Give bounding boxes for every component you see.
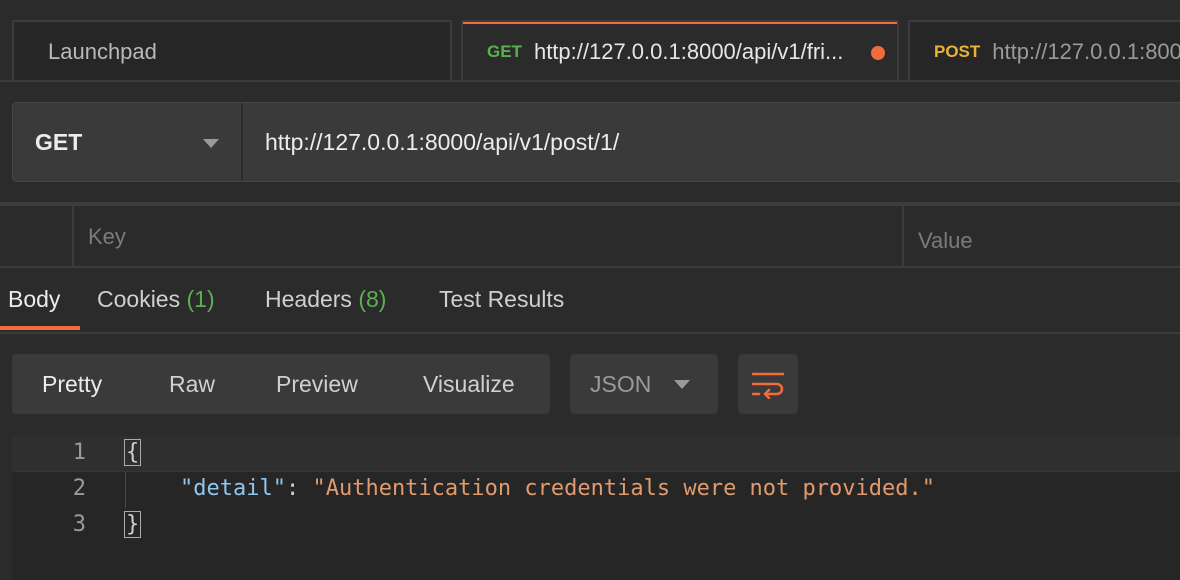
params-value-input[interactable]: Value bbox=[904, 206, 1180, 266]
format-select[interactable]: JSON bbox=[570, 354, 718, 414]
view-raw-label: Raw bbox=[169, 370, 216, 397]
tab-test-results-label: Test Results bbox=[439, 286, 565, 312]
request-tab-bar: Launchpad GET http://127.0.0.1:8000/api/… bbox=[0, 0, 1180, 82]
view-visualize-button[interactable]: Visualize bbox=[423, 354, 515, 414]
view-visualize-label: Visualize bbox=[423, 370, 515, 397]
tab-test-results[interactable]: Test Results bbox=[439, 286, 564, 313]
code-line: 1 { bbox=[12, 436, 1180, 472]
active-tab-underline bbox=[0, 326, 80, 330]
tab-cookies[interactable]: Cookies (1) bbox=[97, 286, 215, 313]
format-select-label: JSON bbox=[590, 370, 652, 397]
line-number: 2 bbox=[72, 476, 86, 501]
view-mode-segmented-control: Pretty Raw Preview Visualize bbox=[12, 354, 550, 414]
params-value-placeholder: Value bbox=[918, 228, 973, 253]
tab-headers[interactable]: Headers (8) bbox=[265, 286, 386, 313]
tab-bar-divider bbox=[0, 80, 1180, 82]
tab-post-request[interactable]: POST http://127.0.0.1:8000/api/v1/post/ bbox=[908, 20, 1180, 82]
tab-url-label: http://127.0.0.1:8000/api/v1/fri... bbox=[533, 39, 844, 64]
chevron-down-icon bbox=[203, 139, 219, 148]
line-number: 1 bbox=[72, 440, 86, 465]
chevron-down-icon bbox=[674, 380, 690, 389]
tab-cookies-label: Cookies bbox=[97, 286, 181, 312]
view-raw-button[interactable]: Raw bbox=[169, 354, 215, 414]
params-table: Key Value bbox=[0, 206, 1180, 268]
params-checkbox-cell[interactable] bbox=[0, 206, 74, 266]
json-key: "detail" bbox=[180, 476, 286, 501]
method-select-label: GET bbox=[35, 128, 83, 155]
params-key-placeholder: Key bbox=[88, 224, 126, 249]
tab-method-badge: POST bbox=[934, 42, 981, 61]
code-text: { bbox=[124, 439, 142, 466]
view-preview-button[interactable]: Preview bbox=[276, 354, 358, 414]
unsaved-changes-dot-icon bbox=[871, 46, 885, 60]
code-line: 2 "detail": "Authentication credentials … bbox=[12, 472, 1180, 508]
url-input-value: http://127.0.0.1:8000/api/v1/post/1/ bbox=[265, 128, 620, 155]
json-colon: : bbox=[285, 476, 313, 501]
request-bar: GET http://127.0.0.1:8000/api/v1/post/1/ bbox=[12, 102, 1180, 182]
wrap-lines-icon bbox=[751, 372, 785, 399]
method-select[interactable]: GET bbox=[13, 103, 243, 181]
open-brace: { bbox=[124, 439, 142, 466]
tab-launchpad-label: Launchpad bbox=[48, 39, 157, 64]
cookies-count: (1) bbox=[186, 286, 215, 312]
tab-headers-label: Headers bbox=[265, 286, 352, 312]
response-body-viewer[interactable]: 1 { 2 "detail": "Authentication credenti… bbox=[12, 436, 1180, 580]
tab-method-badge: GET bbox=[487, 42, 522, 61]
response-tabs: Body Cookies (1) Headers (8) Test Result… bbox=[0, 268, 1180, 334]
tab-body-label: Body bbox=[8, 286, 61, 312]
line-number: 3 bbox=[72, 512, 86, 537]
url-input[interactable]: http://127.0.0.1:8000/api/v1/post/1/ bbox=[245, 103, 1180, 181]
headers-count: (8) bbox=[358, 286, 387, 312]
view-preview-label: Preview bbox=[276, 370, 358, 397]
tab-url-label: http://127.0.0.1:8000/api/v1/post/ bbox=[992, 39, 1180, 64]
view-pretty-button[interactable]: Pretty bbox=[42, 354, 102, 414]
json-string-value: "Authentication credentials were not pro… bbox=[312, 476, 935, 501]
code-text: } bbox=[124, 511, 142, 538]
view-pretty-label: Pretty bbox=[42, 370, 103, 397]
code-line: 3 } bbox=[12, 508, 1180, 544]
tab-active-request[interactable]: GET http://127.0.0.1:8000/api/v1/fri... bbox=[461, 20, 899, 82]
code-text: "detail": "Authentication credentials we… bbox=[180, 476, 935, 501]
wrap-lines-button[interactable] bbox=[738, 354, 798, 414]
active-tab-indicator bbox=[463, 22, 897, 24]
close-brace: } bbox=[124, 511, 142, 538]
tab-launchpad[interactable]: Launchpad bbox=[12, 20, 452, 82]
tab-body[interactable]: Body bbox=[8, 286, 60, 313]
params-key-input[interactable]: Key bbox=[74, 206, 904, 266]
